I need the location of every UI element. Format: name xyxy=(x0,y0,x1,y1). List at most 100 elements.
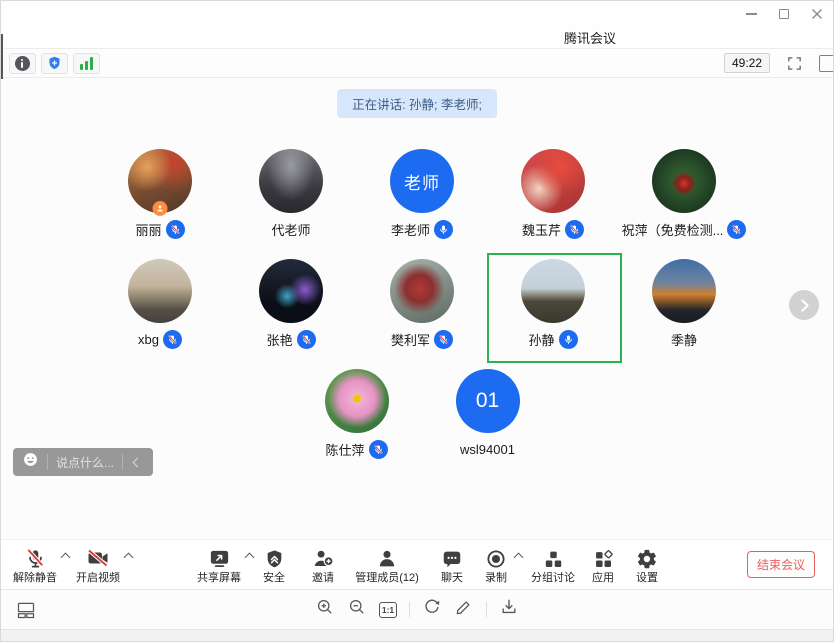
avatar xyxy=(325,369,389,433)
participant-tile[interactable]: 季静 xyxy=(619,259,750,349)
participant-name: 张艳 xyxy=(266,330,292,349)
security-shield-icon xyxy=(264,546,285,570)
invite-button[interactable]: 邀请 xyxy=(306,546,340,584)
download-icon[interactable] xyxy=(499,597,519,622)
video-options-caret[interactable] xyxy=(124,553,134,563)
participant-tile-speaking[interactable]: 孙静 xyxy=(488,259,619,349)
participant-name: 樊利军 xyxy=(391,330,430,349)
quick-chat-input[interactable]: 说点什么... xyxy=(13,448,153,476)
participant-tile[interactable]: xbg xyxy=(95,259,226,349)
network-signal-icon[interactable] xyxy=(73,53,100,74)
participant-tile[interactable]: 樊利军 xyxy=(357,259,488,349)
mic-active-icon xyxy=(559,330,578,349)
participant-tile[interactable]: 代老师 xyxy=(226,149,357,239)
mic-muted-icon xyxy=(727,220,746,239)
participant-tile[interactable]: 祝萍（免费检测... xyxy=(619,149,750,239)
member-badge-icon xyxy=(153,201,168,216)
close-icon[interactable] xyxy=(811,8,823,20)
participant-name: 陈仕萍 xyxy=(325,440,364,459)
mic-muted-icon xyxy=(297,330,316,349)
minimize-icon[interactable] xyxy=(745,8,757,20)
participant-tile[interactable]: 陈仕萍 xyxy=(291,369,422,459)
manage-members-button[interactable]: 管理成员(12) xyxy=(348,546,426,584)
divider xyxy=(409,602,410,617)
record-options-caret[interactable] xyxy=(514,553,524,563)
apps-button[interactable]: 应用 xyxy=(587,546,619,584)
chat-placeholder[interactable]: 说点什么... xyxy=(56,454,114,471)
mic-muted-icon xyxy=(163,330,182,349)
rotate-icon[interactable] xyxy=(422,597,442,622)
avatar-text: 老师 xyxy=(390,149,454,213)
start-video-button[interactable]: 开启视频 xyxy=(74,546,122,584)
zoom-out-icon[interactable] xyxy=(347,597,367,622)
breakout-icon xyxy=(543,546,564,570)
participant-tile[interactable]: 丽丽 xyxy=(95,149,226,239)
reset-zoom-icon[interactable]: 1:1 xyxy=(379,602,397,618)
shield-plus-icon[interactable] xyxy=(41,53,68,74)
mic-muted-icon xyxy=(434,330,453,349)
end-meeting-button[interactable]: 结束会议 xyxy=(747,551,815,578)
divider xyxy=(486,602,487,617)
avatar xyxy=(128,149,192,213)
record-icon xyxy=(485,546,507,570)
avatar xyxy=(259,149,323,213)
avatar xyxy=(128,259,192,323)
avatar xyxy=(259,259,323,323)
chat-button[interactable]: 聊天 xyxy=(436,546,468,584)
emoji-icon[interactable] xyxy=(22,451,39,473)
meeting-timer: 49:22 xyxy=(724,53,770,73)
layout-grid-icon[interactable] xyxy=(15,600,37,620)
avatar: 01 xyxy=(456,369,520,433)
control-toolbar: 解除静音 开启视频 共享屏幕 安全 邀请 xyxy=(1,539,833,589)
mic-muted-icon xyxy=(565,220,584,239)
unmute-button[interactable]: 解除静音 xyxy=(11,546,59,584)
invite-icon xyxy=(312,546,335,570)
info-icon[interactable] xyxy=(9,53,36,74)
participant-tile[interactable]: 张艳 xyxy=(226,259,357,349)
participant-tile[interactable]: 01 wsl94001 xyxy=(422,369,553,459)
share-screen-button[interactable]: 共享屏幕 xyxy=(195,546,243,584)
divider xyxy=(47,454,48,470)
window-footer xyxy=(1,629,833,642)
fullscreen-icon[interactable] xyxy=(781,53,807,74)
mic-active-icon xyxy=(434,220,453,239)
maximize-icon[interactable] xyxy=(778,8,790,20)
participant-row: 陈仕萍 01 wsl94001 xyxy=(6,369,834,459)
members-icon xyxy=(376,546,398,570)
settings-gear-icon xyxy=(636,546,658,570)
security-button[interactable]: 安全 xyxy=(258,546,290,584)
meeting-window: 腾讯会议 49:22 正在讲话: 孙静; 李老师; xyxy=(0,0,834,642)
participant-row: xbg 张艳 樊利军 xyxy=(6,259,834,349)
next-page-button[interactable] xyxy=(789,290,819,320)
chat-bubble-icon xyxy=(441,546,463,570)
chevron-right-icon xyxy=(796,299,809,312)
pencil-icon[interactable] xyxy=(454,597,474,622)
collapse-chat-icon[interactable] xyxy=(133,457,143,467)
participant-name: 魏玉芹 xyxy=(522,220,561,239)
participant-name: 李老师 xyxy=(391,220,430,239)
page-title: 腾讯会议 xyxy=(564,28,616,47)
avatar xyxy=(390,259,454,323)
participant-tile[interactable]: 魏玉芹 xyxy=(488,149,619,239)
share-options-caret[interactable] xyxy=(245,553,255,563)
screen-share-icon xyxy=(208,546,231,570)
mic-slash-icon xyxy=(24,546,47,570)
side-panel-icon[interactable] xyxy=(819,55,834,72)
participant-row: 丽丽 代老师 老师 李老师 魏玉芹 xyxy=(6,149,834,239)
mic-muted-icon xyxy=(166,220,185,239)
settings-button[interactable]: 设置 xyxy=(631,546,663,584)
record-button[interactable]: 录制 xyxy=(480,546,512,584)
mic-options-caret[interactable] xyxy=(61,553,71,563)
mic-muted-icon xyxy=(369,440,388,459)
avatar-text: 01 xyxy=(456,369,520,433)
avatar: 老师 xyxy=(390,149,454,213)
zoom-in-icon[interactable] xyxy=(315,597,335,622)
participant-name: 代老师 xyxy=(271,220,310,239)
speaking-banner: 正在讲话: 孙静; 李老师; xyxy=(337,89,497,118)
participant-name: 丽丽 xyxy=(135,220,161,239)
titlebar: 腾讯会议 xyxy=(1,1,833,48)
annotation-strip: 1:1 xyxy=(1,589,833,629)
breakout-rooms-button[interactable]: 分组讨论 xyxy=(527,546,579,584)
participant-grid: 丽丽 代老师 老师 李老师 魏玉芹 xyxy=(1,149,833,479)
participant-tile[interactable]: 老师 李老师 xyxy=(357,149,488,239)
